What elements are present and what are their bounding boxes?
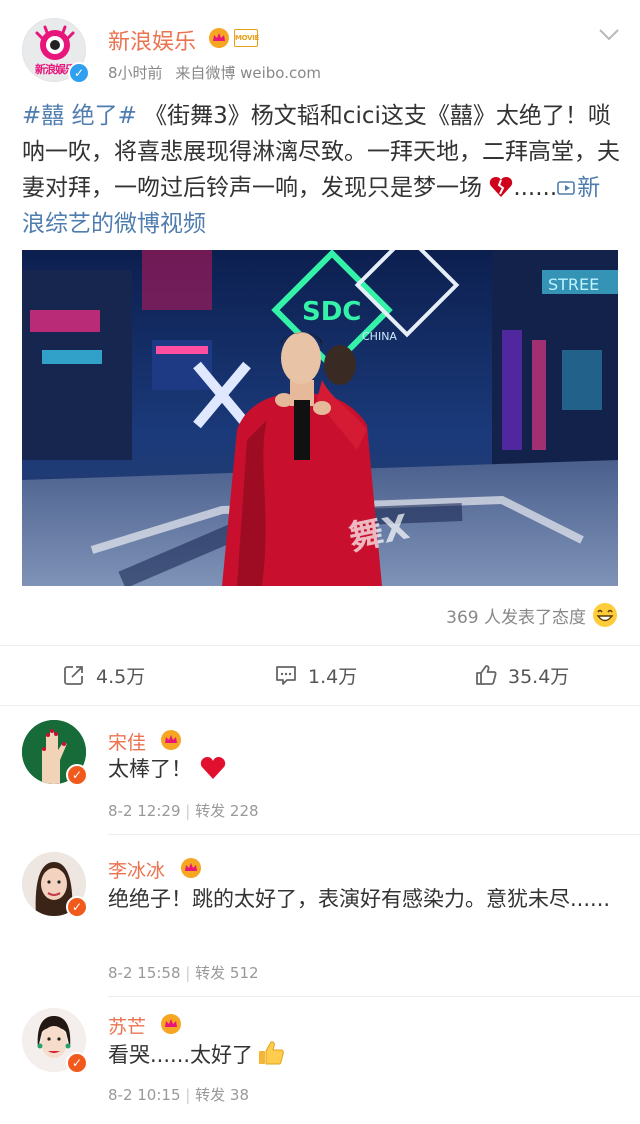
comment-text-body: 太棒了！ — [108, 757, 192, 781]
vip-crown-icon — [161, 730, 181, 750]
svg-text:STREE: STREE — [548, 275, 599, 294]
like-icon — [476, 665, 497, 685]
verified-icon: ✓ — [66, 896, 88, 918]
comment-repost-label[interactable]: 转发 — [195, 1086, 225, 1104]
comment-repost-count: 512 — [229, 964, 259, 982]
comment-meta: 8-2 10:15 | 转发 38 — [108, 1084, 249, 1105]
meta-separator: | — [185, 964, 191, 982]
comment-meta: 8-2 15:58 | 转发 512 — [108, 962, 259, 983]
vip-crown-icon — [161, 1014, 181, 1034]
verified-icon: ✓ — [66, 764, 88, 786]
comment-text: 看哭......太好了 — [108, 1038, 618, 1072]
dance-stage-image: STREE SDC CHINA 舞X — [22, 250, 618, 586]
divider — [0, 645, 640, 646]
divider — [0, 705, 640, 706]
vip-crown-icon[interactable] — [208, 28, 230, 48]
meta-separator: | — [185, 1086, 191, 1104]
repost-count: 4.5万 — [96, 665, 146, 688]
commenter-name[interactable]: 李冰冰 — [108, 856, 165, 883]
broken-heart-icon — [490, 177, 513, 197]
commenter-name[interactable]: 苏芒 — [108, 1012, 146, 1039]
post-text: #囍 绝了# 《街舞3》杨文韬和cici这支《囍》太绝了！唢呐一吹，将喜悲展现得… — [22, 98, 622, 242]
comment-date: 8-2 12:29 — [108, 802, 181, 820]
comment-text-body: 看哭......太好了 — [108, 1043, 254, 1067]
video-play-icon[interactable] — [557, 179, 577, 197]
commenter-name[interactable]: 宋佳 — [108, 728, 146, 755]
thumbs-up-icon — [259, 1041, 284, 1065]
comment-item: ✓ 宋佳 太棒了！ 8-2 12:29 | 转发 228 — [0, 716, 640, 834]
vip-crown-icon — [181, 858, 201, 878]
comment-button[interactable]: 1.4万 — [274, 660, 357, 690]
meta-separator: | — [185, 802, 191, 820]
author-name[interactable]: 新浪娱乐 — [108, 24, 196, 56]
comment-text: 太棒了！ — [108, 752, 618, 786]
post-meta: 8小时前 来自微博 weibo.com — [108, 62, 329, 83]
comment-repost-count: 38 — [229, 1086, 250, 1104]
post-header: 新浪娱乐 ✓ 新浪娱乐 MOVIE 8小时前 来自微博 weibo.com — [0, 0, 640, 100]
comment-text: 绝绝子！跳的太好了，表演好有感染力。意犹未尽...... — [108, 887, 611, 911]
verified-icon: ✓ — [68, 62, 90, 84]
like-button[interactable]: 35.4万 — [474, 660, 569, 690]
post-source: 来自微博 weibo.com — [175, 64, 321, 82]
svg-text:CHINA: CHINA — [362, 330, 397, 343]
repost-button[interactable]: 4.5万 — [62, 660, 145, 690]
comment-item: ✓ 苏芒 看哭......太好了 8-2 10:15 | 转发 38 — [0, 998, 640, 1124]
post-time: 8小时前 — [108, 64, 163, 82]
repost-icon — [64, 666, 83, 685]
attitude-row[interactable]: 369 人发表了态度 — [446, 602, 618, 628]
divider — [108, 996, 640, 997]
comment-item: ✓ 李冰冰 绝绝子！跳的太好了，表演好有感染力。意犹未尽...... 8-2 1… — [0, 836, 640, 996]
comment-count: 1.4万 — [308, 665, 358, 688]
post-ellipsis: ...... — [513, 175, 558, 201]
comment-meta: 8-2 12:29 | 转发 228 — [108, 800, 259, 821]
movie-badge-icon: MOVIE — [234, 29, 259, 47]
comment-date: 8-2 15:58 — [108, 964, 181, 982]
heart-icon — [200, 757, 226, 779]
comment-date: 8-2 10:15 — [108, 1086, 181, 1104]
svg-text:SDC: SDC — [302, 297, 361, 327]
video-thumbnail[interactable]: STREE SDC CHINA 舞X — [22, 250, 618, 586]
attitude-count: 369 人发表了态度 — [446, 607, 586, 628]
grin-emoji-icon — [593, 603, 617, 627]
comment-repost-count: 228 — [229, 802, 259, 820]
comment-repost-label[interactable]: 转发 — [195, 964, 225, 982]
like-count: 35.4万 — [508, 665, 570, 688]
comment-repost-label[interactable]: 转发 — [195, 802, 225, 820]
author-avatar[interactable]: 新浪娱乐 ✓ — [22, 18, 90, 84]
verified-icon: ✓ — [66, 1052, 88, 1074]
topic-link[interactable]: #囍 绝了# — [22, 103, 137, 129]
divider — [108, 834, 640, 835]
comment-icon — [276, 666, 296, 685]
chevron-down-icon[interactable] — [598, 28, 620, 42]
